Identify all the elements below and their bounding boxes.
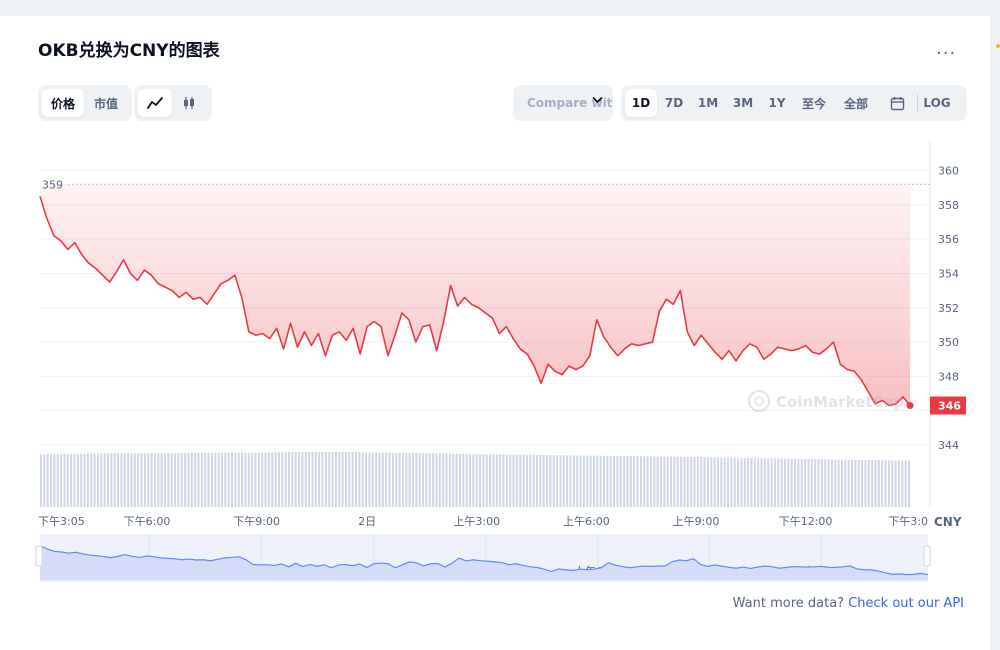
tab-price[interactable]: 价格 [42, 89, 84, 117]
edge-indicator [996, 44, 1000, 48]
chart-title: OKB兑换为CNY的图表 [38, 41, 220, 61]
tab-market-cap[interactable]: 市值 [84, 89, 128, 117]
api-promo: Want more data? Check out our API [733, 596, 964, 611]
line-chart-icon [147, 97, 163, 109]
range-1d[interactable]: 1D [625, 89, 657, 117]
candlestick-icon [184, 97, 194, 109]
calendar-icon [890, 96, 904, 110]
metric-tab-group: 价格 市值 [38, 85, 132, 121]
range-all[interactable]: 全部 [835, 89, 877, 117]
range-1m[interactable]: 1M [691, 89, 725, 117]
api-promo-text: Want more data? [732, 596, 849, 611]
compare-dropdown[interactable]: Compare with [513, 85, 613, 121]
range-tab-group: 1D 7D 1M 3M 1Y 至今 全部 LOG [621, 85, 967, 121]
line-chart-button[interactable] [138, 89, 172, 117]
range-ytd[interactable]: 至今 [793, 89, 835, 117]
chart-style-group [134, 85, 212, 121]
chevron-down-icon [592, 94, 603, 107]
calendar-button[interactable] [877, 89, 917, 117]
range-1y[interactable]: 1Y [761, 89, 793, 117]
api-link[interactable]: Check out our API [848, 596, 964, 611]
more-options-button[interactable]: ... [936, 38, 956, 59]
log-scale-toggle[interactable]: LOG [918, 89, 956, 117]
range-7d[interactable]: 7D [657, 89, 691, 117]
range-3m[interactable]: 3M [725, 89, 761, 117]
candlestick-button[interactable] [172, 89, 206, 117]
